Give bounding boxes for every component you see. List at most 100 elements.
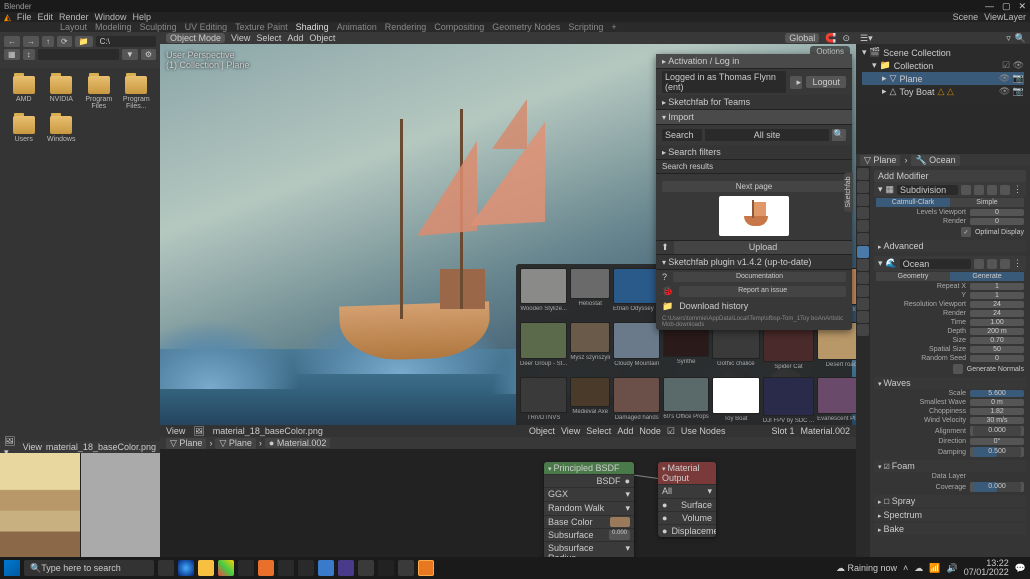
edge-icon[interactable] — [178, 560, 194, 576]
app-icon[interactable] — [258, 560, 274, 576]
sf-activation-header[interactable]: ▸ Activation / Log in — [656, 54, 852, 69]
nav-new-button[interactable]: 📁 — [75, 36, 93, 47]
ne-crumb-data[interactable]: ▽ Plane — [215, 438, 255, 449]
tab-scripting[interactable]: Scripting — [568, 22, 603, 32]
orientation-selector[interactable]: Global — [785, 33, 819, 43]
app-icon[interactable] — [298, 560, 314, 576]
sf-plugin-header[interactable]: ▾ Sketchfab plugin v1.4.2 (up-to-date) — [656, 255, 852, 270]
display-mode-button[interactable]: ▦ — [4, 49, 20, 60]
asset-item[interactable]: Spider Cat — [763, 322, 814, 373]
vp-menu-object[interactable]: Object — [309, 33, 335, 43]
outliner-row[interactable]: ▸ ▽ Plane👁 📷 — [862, 72, 1024, 85]
settings-button[interactable]: ⚙ — [141, 49, 156, 60]
props-tab-world[interactable] — [857, 220, 869, 232]
scene-field[interactable]: Scene — [953, 12, 979, 22]
advanced-panel-header[interactable]: ▸ Advanced — [874, 240, 1026, 252]
outliner-mode-icon[interactable]: ☰▾ — [860, 33, 873, 44]
ne-view[interactable]: View — [561, 426, 580, 437]
props-tab-scene[interactable] — [857, 207, 869, 219]
asset-item[interactable]: Desert road — [817, 322, 856, 373]
tab-shading[interactable]: Shading — [296, 22, 329, 32]
ie-image-field[interactable]: material_18_baseColor.png — [213, 426, 323, 436]
choppiness-field[interactable]: 1.82 — [970, 408, 1024, 415]
tray-wifi-icon[interactable]: 📶 — [929, 563, 940, 574]
tab-add[interactable]: + — [611, 22, 616, 32]
asset-item[interactable]: Medieval Axe — [570, 377, 610, 425]
3d-viewport[interactable]: Options User Perspective (1) Collection … — [160, 44, 856, 425]
folder-item[interactable]: NVIDIA — [46, 76, 78, 110]
filter-button[interactable]: ▼ — [122, 49, 138, 60]
props-tab-data[interactable] — [857, 298, 869, 310]
nav-up-button[interactable]: ↑ — [42, 36, 54, 47]
minimize-button[interactable]: — — [985, 1, 994, 12]
ne-crumb-obj[interactable]: ▽ Plane — [166, 438, 206, 449]
props-tab-modifier[interactable] — [857, 246, 869, 258]
asset-item[interactable]: Toy Boat — [712, 377, 760, 425]
damping-slider[interactable]: 0.500 — [973, 447, 1021, 457]
ocean-geometry-button[interactable]: Geometry — [876, 272, 950, 281]
material-output-node[interactable]: ▾ Material Output All▾ ● Surface ● Volum… — [658, 462, 716, 537]
asset-item[interactable]: Wooden Stylize... — [520, 268, 567, 319]
tab-uv[interactable]: UV Editing — [185, 22, 228, 32]
taskbar-clock[interactable]: 13:2207/01/2022 — [964, 559, 1009, 577]
ie-image-selector[interactable]: material_18_baseColor.png — [46, 442, 156, 452]
task-view-icon[interactable] — [158, 560, 174, 576]
image-editor[interactable] — [0, 453, 160, 557]
close-button[interactable]: ✕ — [1018, 1, 1026, 12]
vp-menu-select[interactable]: Select — [256, 33, 281, 43]
maximize-button[interactable]: ▢ — [1002, 1, 1011, 12]
levels-viewport-field[interactable]: 0 — [970, 209, 1024, 216]
sf-result-preview[interactable] — [719, 196, 789, 236]
ne-add[interactable]: Add — [617, 426, 633, 437]
spray-panel-header[interactable]: ▸ ☐ Spray — [874, 495, 1026, 507]
asset-item[interactable]: DJI FPV by SDC ... — [763, 377, 814, 425]
asset-item[interactable]: Cloudy Mountain — [613, 322, 660, 373]
tab-layout[interactable]: Layout — [60, 22, 87, 32]
outliner-filter-icon[interactable]: ▿ — [1006, 33, 1011, 44]
viewlayer-field[interactable]: ViewLayer — [984, 12, 1026, 22]
tab-animation[interactable]: Animation — [337, 22, 377, 32]
tray-volume-icon[interactable]: 🔊 — [947, 563, 958, 574]
asset-item[interactable]: TRn/DTNVS — [520, 377, 567, 425]
spectrum-panel-header[interactable]: ▸ Spectrum — [874, 509, 1026, 521]
mod-menu-icon[interactable]: ⋮ — [1013, 184, 1022, 195]
props-tab-render[interactable] — [857, 168, 869, 180]
slot-selector[interactable]: Slot 1 — [771, 426, 794, 437]
asset-item[interactable]: Gothic chalice — [712, 322, 760, 373]
generate-normals-checkbox[interactable] — [953, 364, 963, 374]
menu-render[interactable]: Render — [59, 12, 89, 22]
subdivision-modifier[interactable]: ▾▦ Subdivision ⋮ — [874, 182, 1026, 197]
sf-search-scope[interactable]: All site — [705, 129, 829, 141]
size-field[interactable]: 0.70 — [970, 337, 1024, 344]
sf-upload-button[interactable]: Upload — [674, 241, 852, 254]
asset-item[interactable]: Heliostat — [570, 268, 610, 319]
folder-item[interactable]: Windows — [46, 116, 78, 143]
folder-item[interactable]: Program Files — [83, 76, 115, 110]
tab-texture[interactable]: Texture Paint — [235, 22, 288, 32]
props-tab-output[interactable] — [857, 181, 869, 193]
ne-obj[interactable]: Object — [529, 426, 555, 437]
wind-velocity-field[interactable]: 30 m/s — [970, 417, 1024, 424]
add-modifier-button[interactable]: Add Modifier — [874, 170, 1026, 182]
bake-panel-header[interactable]: ▸ Bake — [874, 523, 1026, 535]
mod-edit-icon[interactable] — [987, 185, 997, 195]
asset-item[interactable]: Damaged hands — [613, 377, 660, 425]
taskbar-search[interactable]: 🔍 Type here to search — [24, 560, 154, 576]
alignment-slider[interactable]: 0.000 — [973, 426, 1021, 436]
ie-view-menu[interactable]: View — [166, 426, 185, 436]
repeat-y-field[interactable]: 1 — [970, 292, 1024, 299]
props-tab-object[interactable] — [857, 233, 869, 245]
app-icon[interactable] — [398, 560, 414, 576]
nav-fwd-button[interactable]: → — [23, 36, 39, 47]
foam-panel-header[interactable]: ▾ ☑ Foam — [874, 460, 1026, 472]
asset-item[interactable]: Mysz szynszyli — [570, 322, 610, 373]
unreal-icon[interactable] — [378, 560, 394, 576]
nav-back-button[interactable]: ← — [4, 36, 20, 47]
tray-chevron-icon[interactable]: ˄ — [903, 563, 908, 573]
nav-refresh-button[interactable]: ⟳ — [57, 36, 72, 47]
optimal-display-checkbox[interactable]: ✓ — [961, 227, 971, 237]
outliner-search-icon[interactable]: 🔍 — [1015, 33, 1026, 44]
folder-item[interactable]: Program Files... — [121, 76, 153, 110]
props-tab-constraint[interactable] — [857, 285, 869, 297]
modifier-name-field[interactable]: Subdivision — [897, 185, 958, 195]
